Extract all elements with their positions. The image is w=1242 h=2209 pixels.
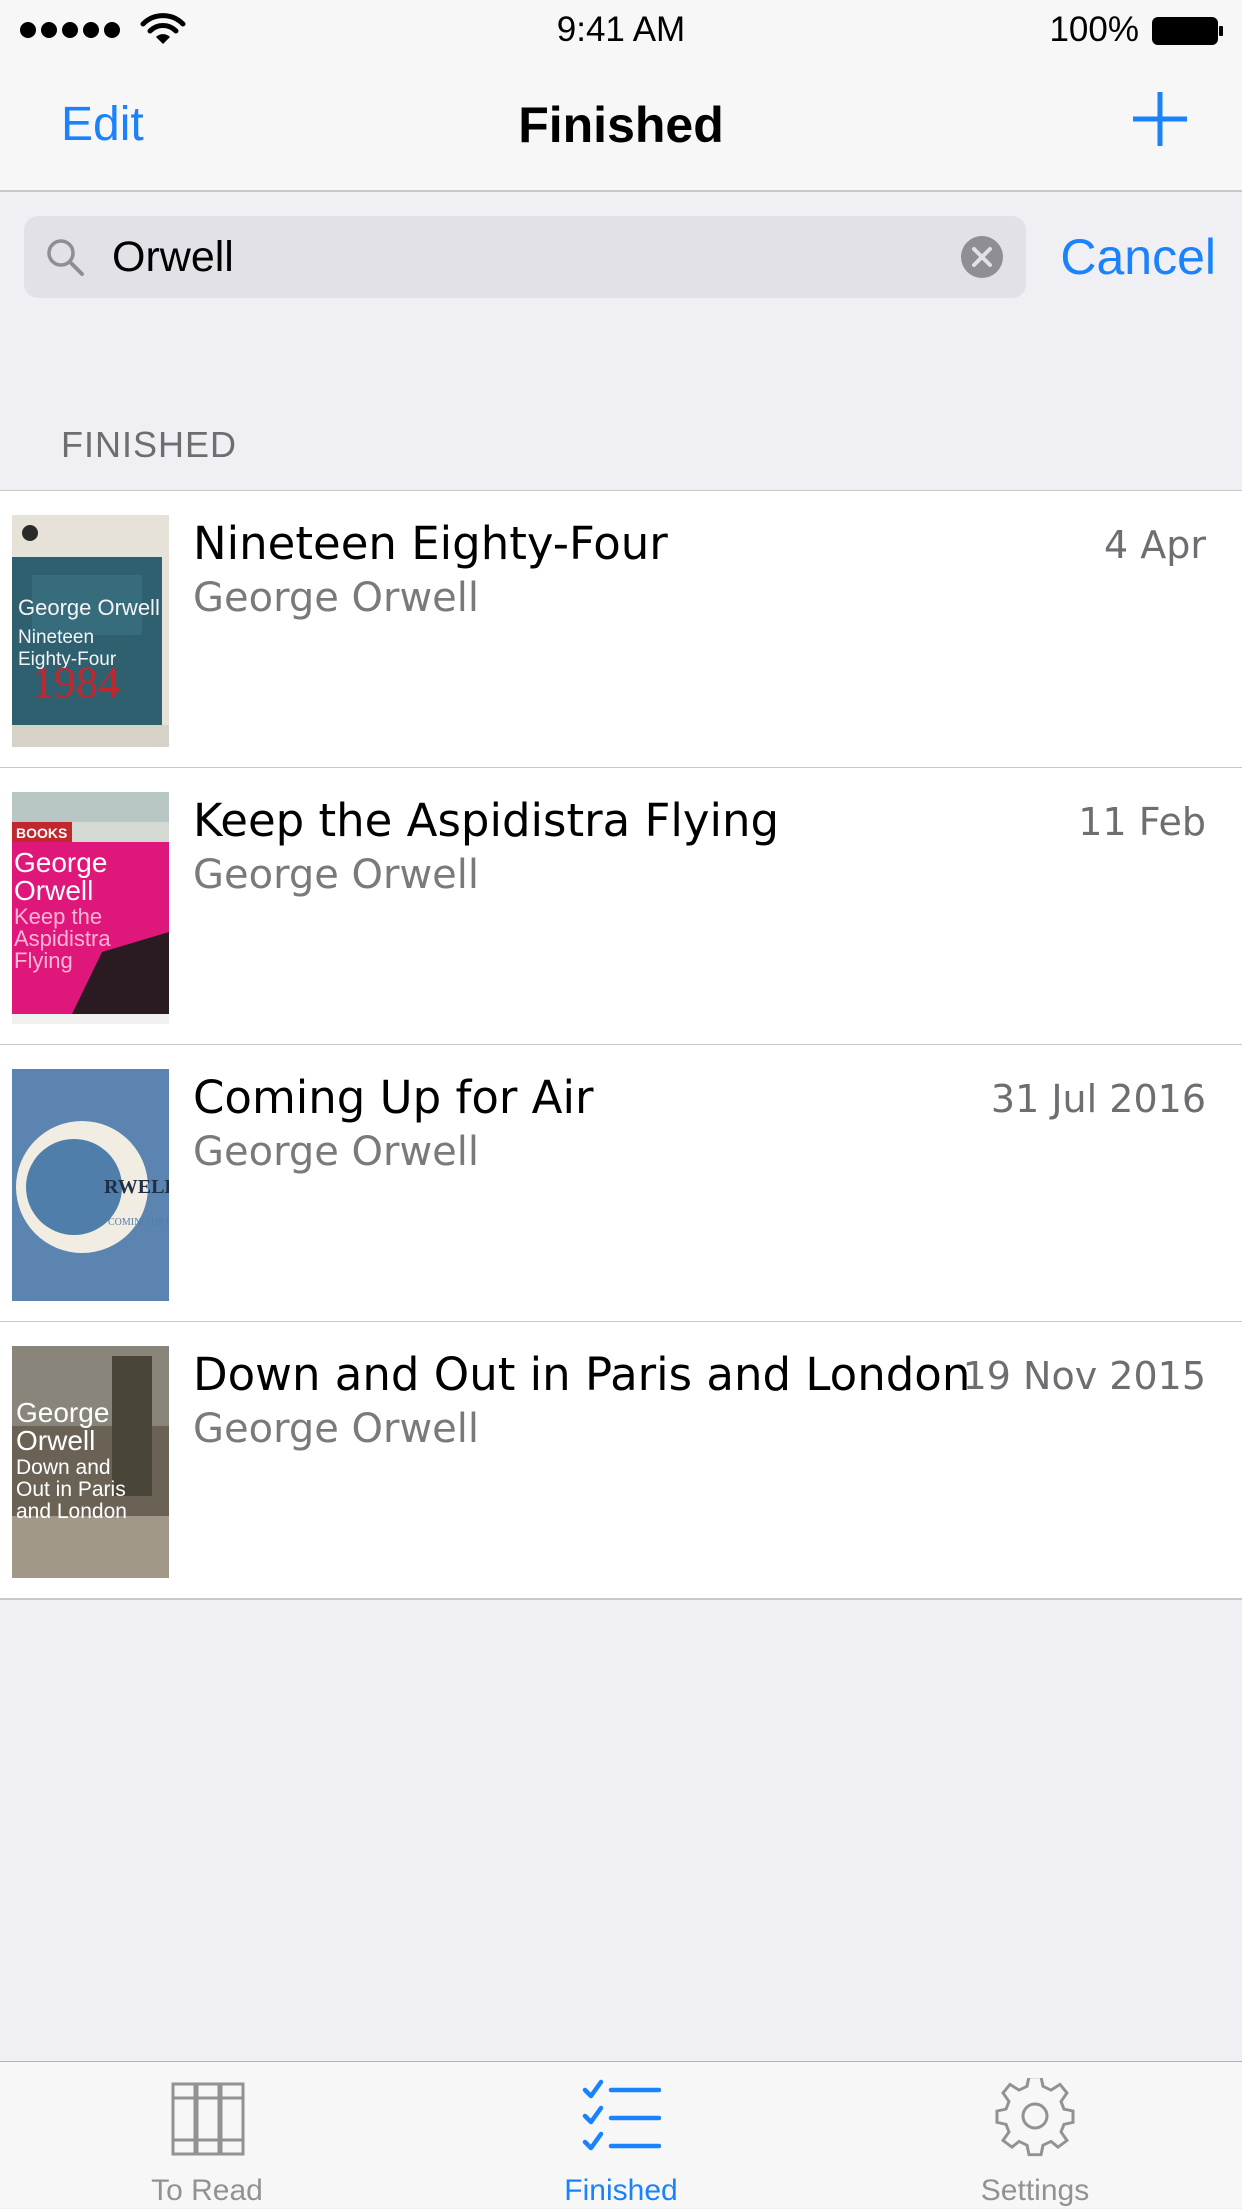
- finished-date: 31 Jul 2016: [990, 1077, 1206, 1121]
- tab-label: To Read: [151, 2174, 263, 2207]
- status-bar: 9:41 AM 100%: [0, 0, 1242, 62]
- tab-label: Finished: [564, 2174, 678, 2207]
- checklist-icon: [582, 2079, 661, 2151]
- svg-text:George Orwell: George Orwell: [18, 595, 160, 620]
- book-author: George Orwell: [193, 852, 480, 898]
- books-icon: [171, 2082, 245, 2156]
- book-author: George Orwell: [193, 1406, 480, 1452]
- svg-text:COMING UP FOR AIR: COMING UP FOR AIR: [108, 1217, 169, 1228]
- svg-text:George: George: [14, 847, 107, 878]
- svg-text:Orwell: Orwell: [16, 1425, 95, 1456]
- gear-icon: [995, 2078, 1075, 2157]
- book-cover-image: George Orwell Nineteen Eighty-Four 1984: [12, 515, 169, 747]
- battery-icon: [1152, 17, 1223, 45]
- battery-percentage: 100%: [1049, 10, 1139, 49]
- list-item[interactable]: RWELL COMING UP FOR AIR Coming Up for Ai…: [0, 1044, 1242, 1321]
- list-item[interactable]: George Orwell Nineteen Eighty-Four 1984 …: [0, 491, 1242, 767]
- clear-search-icon[interactable]: [960, 235, 1004, 279]
- tab-finished[interactable]: Finished: [414, 2062, 828, 2209]
- svg-text:Down and: Down and: [16, 1456, 111, 1479]
- book-cover-image: George Orwell Down and Out in Paris and …: [12, 1346, 169, 1578]
- cancel-button[interactable]: Cancel: [1060, 228, 1216, 286]
- tab-settings[interactable]: Settings: [828, 2062, 1242, 2209]
- svg-text:and London: and London: [16, 1500, 127, 1523]
- search-icon: [47, 239, 84, 276]
- book-title: Coming Up for Air: [193, 1071, 594, 1124]
- finished-date: 11 Feb: [1078, 800, 1206, 844]
- book-author: George Orwell: [193, 1129, 480, 1175]
- svg-text:Nineteen: Nineteen: [18, 627, 94, 648]
- svg-text:Out in Paris: Out in Paris: [16, 1478, 126, 1501]
- book-cover-image: BOOKS George Orwell Keep the Aspidistra …: [12, 792, 169, 1024]
- page-title: Finished: [518, 97, 724, 153]
- tab-label: Settings: [980, 2174, 1090, 2207]
- search-query: Orwell: [112, 233, 234, 281]
- svg-text:George: George: [16, 1397, 109, 1428]
- svg-text:Orwell: Orwell: [14, 875, 93, 906]
- plus-icon[interactable]: [1131, 90, 1189, 148]
- finished-date: 19 Nov 2015: [962, 1354, 1206, 1398]
- book-title: Down and Out in Paris and London: [193, 1348, 971, 1401]
- list-item[interactable]: BOOKS George Orwell Keep the Aspidistra …: [0, 767, 1242, 1044]
- list-item[interactable]: George Orwell Down and Out in Paris and …: [0, 1321, 1242, 1598]
- svg-text:1984: 1984: [32, 658, 120, 707]
- book-cover-image: RWELL COMING UP FOR AIR: [12, 1069, 169, 1301]
- search-input[interactable]: Orwell: [24, 216, 1026, 298]
- svg-text:BOOKS: BOOKS: [16, 825, 67, 841]
- tab-to-read[interactable]: To Read: [0, 2062, 414, 2209]
- finished-date: 4 Apr: [1104, 523, 1206, 567]
- section-header: FINISHED: [61, 424, 238, 465]
- svg-text:RWELL: RWELL: [104, 1176, 169, 1198]
- book-title: Nineteen Eighty-Four: [193, 517, 668, 570]
- navigation-bar: Edit Finished: [0, 62, 1242, 192]
- tab-bar: To Read Finished Settings: [0, 2061, 1242, 2208]
- book-list: George Orwell Nineteen Eighty-Four 1984 …: [0, 490, 1242, 1600]
- svg-text:Flying: Flying: [14, 948, 73, 973]
- search-bar: Orwell Cancel: [0, 192, 1242, 300]
- book-title: Keep the Aspidistra Flying: [193, 794, 780, 847]
- book-author: George Orwell: [193, 575, 480, 621]
